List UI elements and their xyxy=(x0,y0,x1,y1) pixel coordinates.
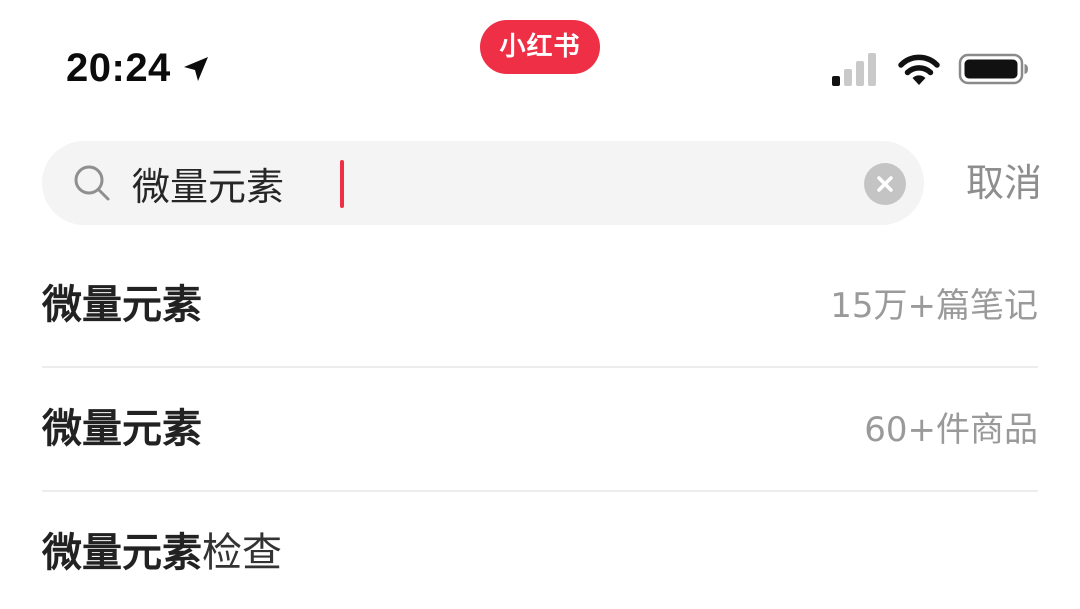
suggestion-highlight: 微量元素 xyxy=(42,406,202,452)
suggestion-meta: 15万+篇笔记 xyxy=(830,286,1038,326)
status-bar: 20:24 小红书 xyxy=(0,0,1080,120)
suggestion-list: 微量元素 15万+篇笔记 微量元素 60+件商品 微量元素检查 xyxy=(42,244,1038,609)
search-input[interactable] xyxy=(132,155,812,211)
text-caret xyxy=(340,160,344,208)
suggestion-highlight: 微量元素 xyxy=(42,282,202,328)
cellular-signal-icon xyxy=(832,53,876,86)
search-screen: 20:24 小红书 微量元素 取消 微量元素 15万+篇笔记 微量元素 60+件… xyxy=(0,0,1080,609)
suggestion-rest: 检查 xyxy=(202,530,282,576)
status-time: 20:24 xyxy=(66,46,171,90)
time-group: 20:24 xyxy=(66,44,211,92)
suggestion-text: 微量元素 xyxy=(42,402,202,456)
search-icon xyxy=(74,165,110,201)
suggestion-highlight: 微量元素 xyxy=(42,530,202,576)
suggestion-text: 微量元素 xyxy=(42,278,202,332)
suggestion-item[interactable]: 微量元素检查 xyxy=(42,492,1038,609)
battery-icon xyxy=(958,53,1028,85)
location-arrow-icon xyxy=(183,57,208,81)
clear-button[interactable] xyxy=(864,163,906,205)
search-row: 取消 xyxy=(42,141,1042,225)
suggestion-item[interactable]: 微量元素 15万+篇笔记 xyxy=(42,244,1038,368)
app-badge: 小红书 xyxy=(480,20,600,74)
suggestion-item[interactable]: 微量元素 60+件商品 xyxy=(42,368,1038,492)
cancel-button[interactable]: 取消 xyxy=(948,155,1042,211)
search-box xyxy=(42,141,924,225)
suggestion-text: 微量元素检查 xyxy=(42,526,282,580)
status-icons xyxy=(830,50,1030,88)
clear-icon xyxy=(877,176,893,192)
wifi-icon xyxy=(898,54,940,85)
suggestion-meta: 60+件商品 xyxy=(864,410,1038,450)
